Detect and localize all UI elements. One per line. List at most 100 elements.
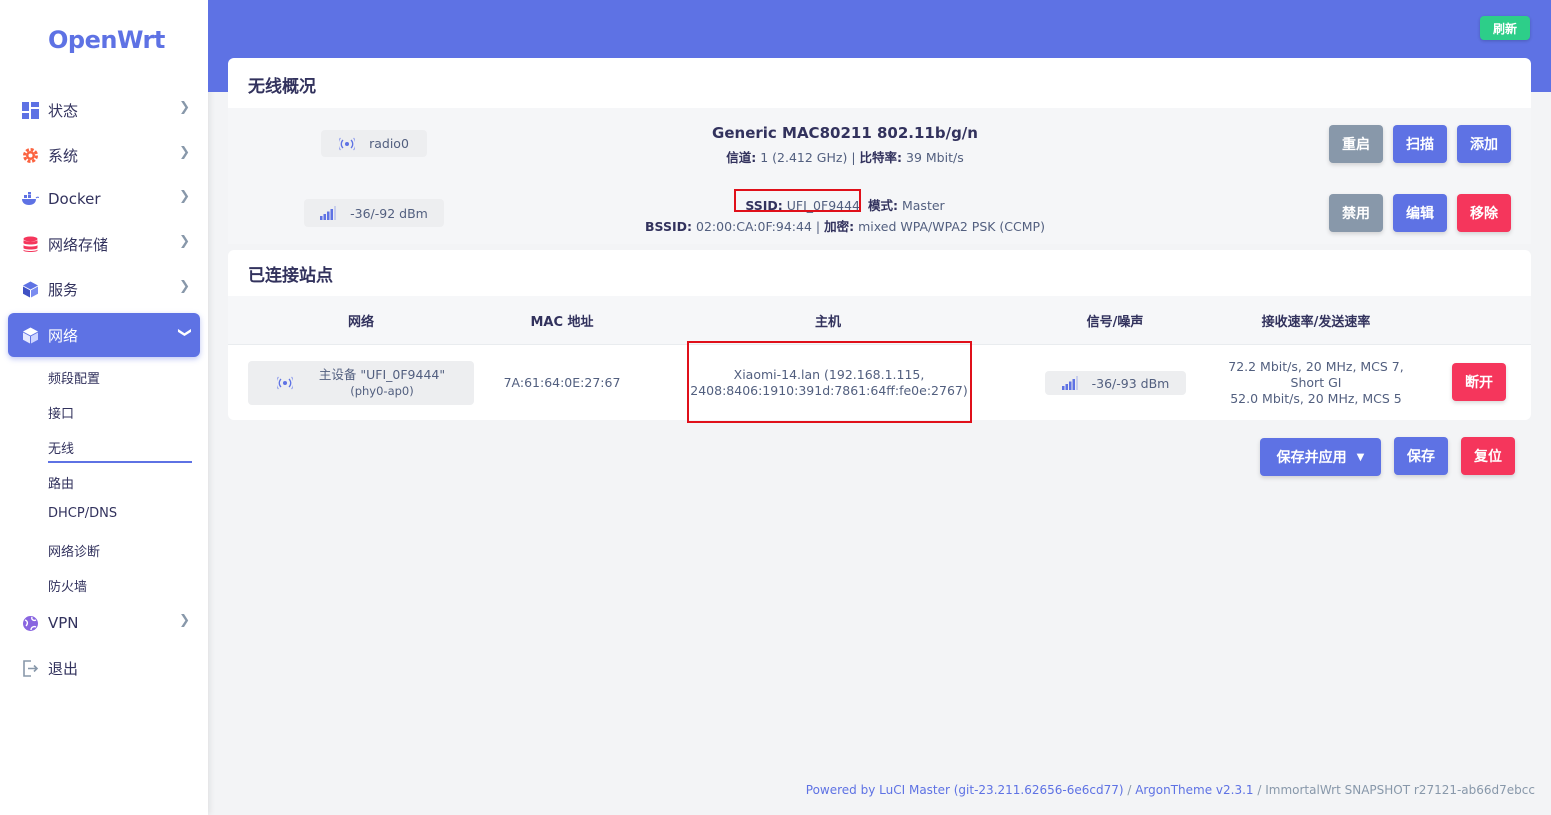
radio-badge: radio0: [321, 130, 427, 157]
channel-label: 信道:: [726, 150, 757, 165]
add-button[interactable]: 添加: [1457, 125, 1511, 163]
bitrate-value: 39 Mbit/s: [906, 150, 964, 165]
restart-button[interactable]: 重启: [1329, 125, 1383, 163]
chevron-right-icon: ❯: [179, 145, 190, 160]
encryption-value: mixed WPA/WPA2 PSK (CCMP): [858, 219, 1045, 234]
sidebar-item-logout[interactable]: 退出: [8, 647, 200, 689]
mode-value: Master: [901, 198, 945, 213]
station-network-name: 主设备 "UFI_0F9444": [318, 367, 446, 382]
sidebar-item-label: 退出: [48, 659, 79, 678]
station-signal-badge: -36/-93 dBm: [1045, 371, 1186, 395]
chevron-right-icon: ❯: [179, 279, 190, 294]
bssid-value: 02:00:CA:0F:94:44: [696, 219, 812, 234]
submenu-item-bands[interactable]: 频段配置: [48, 368, 100, 387]
scan-button[interactable]: 扫描: [1393, 125, 1447, 163]
station-rate-rx: 72.2 Mbit/s, 20 MHz, MCS 7,: [1228, 359, 1404, 374]
connected-stations-title: 已连接站点: [248, 266, 333, 286]
signal-badge: -36/-92 dBm: [304, 199, 444, 227]
submenu-item-interfaces[interactable]: 接口: [48, 403, 74, 422]
footer-theme-link[interactable]: ArgonTheme v2.3.1: [1135, 783, 1253, 797]
station-rate-tx: 52.0 Mbit/s, 20 MHz, MCS 5: [1230, 391, 1402, 406]
chevron-down-icon: ❯: [177, 327, 193, 338]
footer-separator: /: [1253, 783, 1266, 797]
bitrate-label: 比特率:: [859, 150, 903, 165]
submenu-item-diagnostics[interactable]: 网络诊断: [48, 541, 100, 560]
signal-bars-icon: [320, 206, 337, 220]
sidebar-item-services[interactable]: 服务 ❯: [8, 268, 200, 310]
chevron-right-icon: ❯: [179, 234, 190, 249]
sidebar-item-label: 服务: [48, 280, 79, 299]
host-highlight-box: [687, 341, 972, 423]
chevron-right-icon: ❯: [179, 100, 190, 115]
station-network-iface: (phy0-ap0): [350, 384, 414, 398]
sidebar-item-status[interactable]: 状态 ❯: [8, 89, 200, 131]
caret-down-icon: ▼: [1356, 451, 1365, 463]
separator: |: [815, 219, 821, 234]
submenu-item-firewall[interactable]: 防火墙: [48, 576, 87, 595]
footer-separator: /: [1123, 783, 1136, 797]
chevron-right-icon: ❯: [179, 189, 190, 204]
encryption-label: 加密:: [824, 219, 855, 234]
column-header-network: 网络: [347, 315, 374, 330]
footer-build: ImmortalWrt SNAPSHOT r27121-ab66d7ebcc: [1265, 783, 1535, 797]
sidebar-item-label: 网络存储: [48, 235, 109, 254]
docker-icon: [20, 189, 40, 209]
sidebar-item-storage[interactable]: 网络存储 ❯: [8, 223, 200, 265]
radio-name: radio0: [369, 136, 409, 151]
disable-button[interactable]: 禁用: [1329, 194, 1383, 232]
wifi-radio-icon: [276, 376, 293, 390]
signal-bars-icon: [1061, 376, 1078, 390]
cube-icon: [20, 325, 40, 345]
network-bssid-line: BSSID: 02:00:CA:0F:94:44 | 加密: mixed WPA…: [620, 216, 1070, 235]
active-underline: [48, 461, 192, 463]
logout-icon: [20, 658, 40, 678]
submenu-item-dhcp-dns[interactable]: DHCP/DNS: [48, 506, 117, 521]
ssid-highlight-box: [734, 189, 861, 212]
wifi-radio-icon: [339, 137, 356, 151]
remove-button[interactable]: 移除: [1457, 194, 1511, 232]
chevron-right-icon: ❯: [179, 613, 190, 628]
column-header-mac: MAC 地址: [530, 315, 594, 330]
footer-luci-link[interactable]: Powered by LuCI Master (git-23.211.62656…: [806, 783, 1124, 797]
cube-icon: [20, 279, 40, 299]
sidebar: OpenWrt 状态 ❯ 系统 ❯ Docker ❯ 网络存储 ❯ 服务 ❯ 网…: [0, 0, 208, 815]
station-signal-value: -36/-93 dBm: [1091, 375, 1170, 391]
brand-logo[interactable]: OpenWrt: [48, 26, 165, 54]
sidebar-item-label: 网络: [48, 326, 79, 345]
station-network-badge: 主设备 "UFI_0F9444" (phy0-ap0): [248, 361, 474, 405]
signal-value: -36/-92 dBm: [350, 205, 428, 221]
submenu-item-routes[interactable]: 路由: [48, 473, 74, 492]
refresh-button[interactable]: 刷新: [1480, 16, 1530, 40]
column-header-rates: 接收速率/发送速率: [1261, 315, 1371, 330]
separator: |: [851, 150, 856, 165]
save-apply-button[interactable]: 保存并应用 ▼: [1260, 438, 1381, 476]
disconnect-button[interactable]: 断开: [1452, 363, 1506, 401]
gear-icon: [20, 145, 40, 165]
sidebar-item-network[interactable]: 网络 ❯: [8, 313, 200, 357]
footer: Powered by LuCI Master (git-23.211.62656…: [806, 783, 1535, 797]
save-apply-label: 保存并应用: [1276, 450, 1347, 466]
dashboard-icon: [20, 100, 40, 120]
sidebar-item-label: 状态: [48, 101, 79, 120]
globe-icon: [20, 613, 40, 633]
submenu-item-wireless[interactable]: 无线: [48, 438, 74, 457]
station-rate-gi: Short GI: [1290, 375, 1342, 390]
station-network-text: 主设备 "UFI_0F9444" (phy0-ap0): [319, 367, 445, 399]
sidebar-item-system[interactable]: 系统 ❯: [8, 134, 200, 176]
sidebar-item-label: 系统: [48, 146, 79, 165]
edit-button[interactable]: 编辑: [1393, 194, 1447, 232]
sidebar-item-docker[interactable]: Docker ❯: [8, 178, 200, 220]
sidebar-item-label: VPN: [48, 614, 79, 632]
wireless-overview-title: 无线概况: [248, 77, 316, 97]
column-header-host: 主机: [814, 315, 841, 330]
station-mac: 7A:61:64:0E:27:67: [503, 375, 621, 390]
save-button[interactable]: 保存: [1394, 437, 1448, 475]
sidebar-item-vpn[interactable]: VPN ❯: [8, 602, 200, 644]
reset-button[interactable]: 复位: [1461, 437, 1515, 475]
column-header-signal: 信号/噪声: [1086, 315, 1144, 330]
station-rates: 72.2 Mbit/s, 20 MHz, MCS 7, Short GI 52.…: [1220, 359, 1412, 407]
mode-label: 模式:: [868, 198, 898, 213]
database-icon: [20, 234, 40, 254]
bssid-label: BSSID:: [645, 219, 693, 234]
sidebar-item-label: Docker: [48, 190, 101, 208]
